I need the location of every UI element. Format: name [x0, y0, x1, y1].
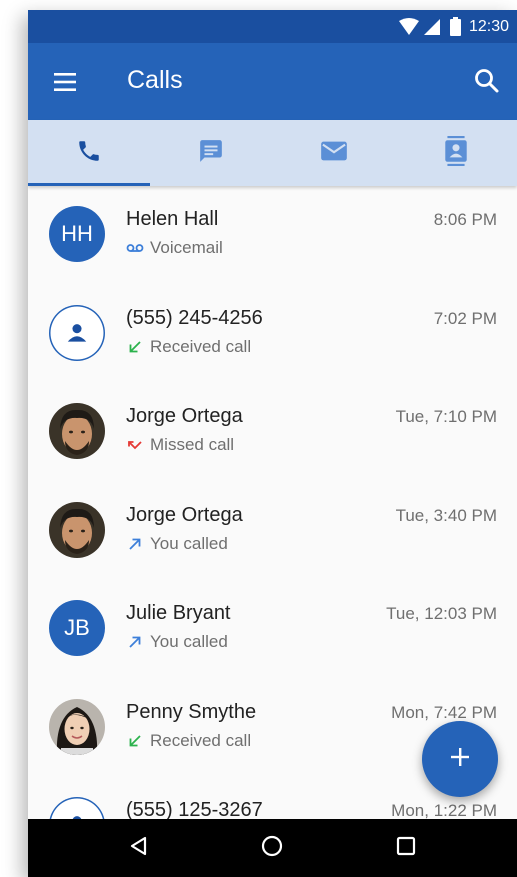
call-row[interactable]: HH Helen Hall Voicemail 8:06 PM [28, 186, 517, 285]
contact-photo [49, 403, 105, 459]
contact-photo [49, 501, 105, 558]
battery-icon [449, 17, 461, 36]
call-time: Tue, 7:10 PM [395, 407, 497, 426]
outgoing-call-icon [126, 535, 144, 553]
call-detail: You called [126, 534, 228, 554]
back-icon [128, 835, 150, 862]
call-time: 7:02 PM [433, 308, 497, 328]
tab-mail[interactable] [273, 120, 395, 186]
tab-bar [28, 120, 517, 186]
status-time: 12:30 [468, 17, 509, 35]
call-detail: You called [126, 632, 228, 652]
call-time: Tue, 3:40 PM [395, 505, 497, 525]
search-icon[interactable] [473, 67, 501, 95]
call-row[interactable]: Jorge Ortega You called Tue, 3:40 PM [28, 482, 517, 581]
mail-icon [320, 139, 348, 168]
home-button[interactable] [252, 828, 292, 868]
add-icon [449, 746, 471, 773]
call-detail: Received call [126, 731, 251, 751]
avatar [49, 501, 105, 558]
call-type: Received call [150, 336, 252, 356]
contact-photo [49, 698, 105, 755]
message-icon [198, 138, 224, 169]
contacts-icon [443, 135, 469, 171]
avatar: HH [49, 206, 105, 262]
home-icon [260, 834, 284, 863]
caller-name: Jorge Ortega [126, 405, 243, 427]
caller-name: Penny Smythe [126, 700, 257, 723]
avatar: JB [49, 600, 105, 656]
call-time: Mon, 7:42 PM [391, 702, 497, 722]
call-detail: Missed call [126, 435, 234, 455]
tab-messages[interactable] [150, 120, 272, 186]
received-call-icon [126, 338, 144, 356]
avatar [49, 698, 105, 755]
call-type: Missed call [150, 435, 235, 454]
back-button[interactable] [119, 828, 159, 868]
phone-icon [76, 138, 102, 169]
wifi-icon [398, 17, 420, 36]
call-type: You called [150, 533, 228, 553]
received-call-icon [126, 732, 144, 750]
call-row[interactable]: Jorge Ortega Missed call Tue, 7:10 PM [28, 383, 517, 482]
caller-name: Jorge Ortega [126, 503, 243, 526]
call-time: Mon, 1:22 PM [391, 801, 497, 819]
call-detail: Received call [126, 337, 251, 357]
avatar [49, 403, 105, 459]
caller-name: (555) 125-3267 [126, 799, 263, 819]
phone-screen: 12:30 Calls HH Helen Hall Voicemail 8:06… [28, 10, 517, 877]
recents-icon [395, 835, 417, 862]
person-icon [64, 320, 90, 346]
call-row[interactable]: JB Julie Bryant You called Tue, 12:03 PM [28, 580, 517, 679]
caller-name: (555) 245-4256 [126, 306, 263, 329]
call-type: Voicemail [150, 238, 223, 257]
status-bar: 12:30 [28, 10, 517, 43]
avatar [49, 797, 105, 819]
missed-call-icon [126, 436, 144, 454]
avatar [49, 304, 105, 361]
call-row[interactable]: (555) 245-4256 Received call 7:02 PM [28, 285, 517, 384]
caller-name: Helen Hall [126, 208, 219, 230]
add-call-fab[interactable] [422, 721, 498, 797]
call-type: Received call [150, 730, 252, 750]
call-time: Tue, 12:03 PM [386, 604, 497, 623]
outgoing-call-icon [126, 633, 144, 651]
app-title: Calls [127, 66, 183, 94]
menu-icon[interactable] [52, 70, 80, 94]
call-time: 8:06 PM [433, 210, 497, 229]
caller-name: Julie Bryant [126, 602, 231, 624]
person-icon [64, 812, 90, 819]
app-bar: Calls [28, 43, 517, 120]
status-icons: 12:30 [398, 10, 509, 43]
recents-button[interactable] [386, 828, 426, 868]
call-type: You called [150, 632, 228, 651]
voicemail-icon [126, 239, 144, 257]
cellular-signal-icon [423, 18, 441, 36]
tab-contacts[interactable] [395, 120, 517, 186]
call-detail: Voicemail [126, 238, 223, 258]
system-nav-bar [28, 819, 517, 877]
tab-calls[interactable] [28, 120, 151, 186]
